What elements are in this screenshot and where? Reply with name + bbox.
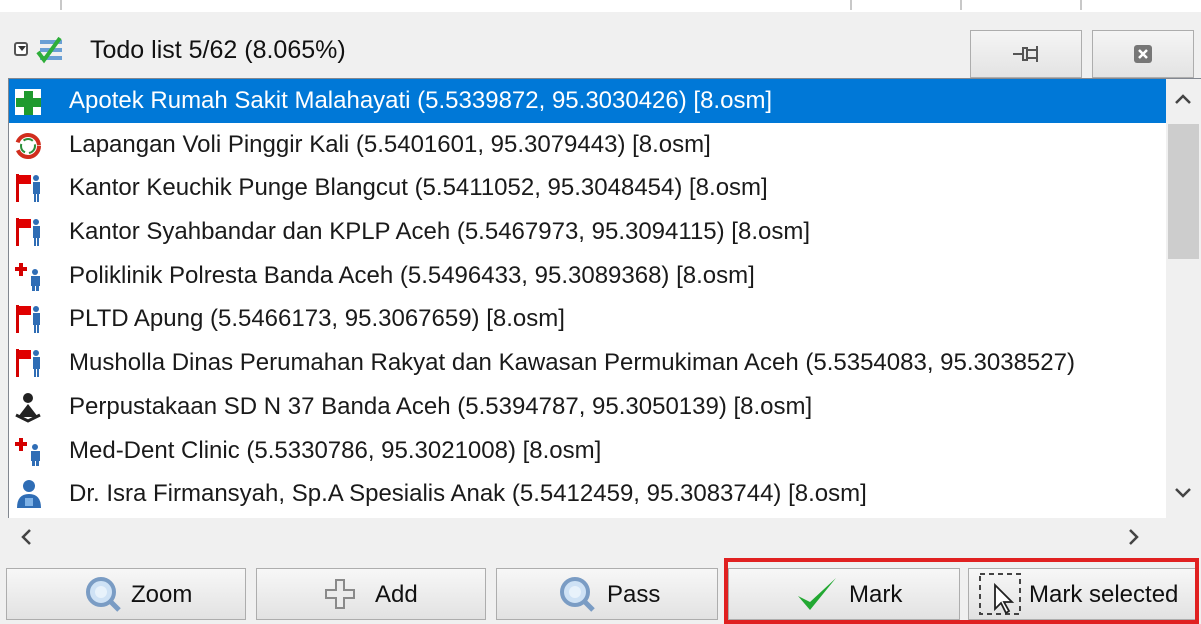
zoom-label: Zoom <box>131 581 193 608</box>
mark-button[interactable]: Mark <box>728 568 960 620</box>
list-item[interactable]: Musholla Dinas Perumahan Rakyat dan Kawa… <box>9 341 1167 385</box>
list-item[interactable]: Perpustakaan SD N 37 Banda Aceh (5.53947… <box>9 385 1167 429</box>
list-item[interactable]: Med-Dent Clinic (5.5330786, 95.3021008) … <box>9 429 1167 473</box>
scroll-left-icon[interactable] <box>20 528 32 546</box>
list-item[interactable]: Apotek Rumah Sakit Malahayati (5.5339872… <box>9 79 1167 123</box>
todo-list[interactable]: Apotek Rumah Sakit Malahayati (5.5339872… <box>8 78 1167 519</box>
list-item[interactable]: Kantor Keuchik Punge Blangcut (5.5411052… <box>9 166 1167 210</box>
frame-divider <box>960 0 1082 10</box>
list-item[interactable]: PLTD Apung (5.5466173, 95.3067659) [8.os… <box>9 297 1167 341</box>
list-item-label: Lapangan Voli Pinggir Kali (5.5401601, 9… <box>69 130 711 158</box>
pass-label: Pass <box>607 581 661 608</box>
zoom-icon <box>86 577 121 612</box>
list-item[interactable]: Lapangan Voli Pinggir Kali (5.5401601, 9… <box>9 123 1167 167</box>
todo-panel-header: Todo list 5/62 (8.065%) <box>0 12 1201 78</box>
pass-icon <box>560 577 595 612</box>
list-item-label: Kantor Keuchik Punge Blangcut (5.5411052… <box>69 174 768 202</box>
mark-selected-label: Mark selected <box>1029 581 1179 608</box>
office-icon <box>16 305 40 334</box>
scroll-right-icon[interactable] <box>1128 528 1140 546</box>
window-frame-top <box>0 0 1201 12</box>
list-item-label: Poliklinik Polresta Banda Aceh (5.549643… <box>69 261 755 289</box>
office-icon <box>16 174 40 203</box>
pass-button[interactable]: Pass <box>496 568 718 620</box>
mark-label: Mark <box>849 581 903 608</box>
scroll-down-icon[interactable] <box>1174 487 1192 499</box>
list-item[interactable]: Kantor Syahbandar dan KPLP Aceh (5.54679… <box>9 210 1167 254</box>
checkmark-icon <box>798 578 836 610</box>
add-button[interactable]: Add <box>256 568 486 620</box>
list-item-label: PLTD Apung (5.5466173, 95.3067659) [8.os… <box>69 305 565 333</box>
scrollbar-thumb[interactable] <box>1168 124 1199 259</box>
collapse-icon[interactable] <box>14 42 28 56</box>
frame-divider <box>60 0 852 10</box>
action-button-bar: Zoom Add Pass Mark Mark selected <box>0 558 1201 624</box>
horizontal-scrollbar[interactable] <box>8 518 1166 556</box>
pharmacy-icon <box>15 89 41 115</box>
panel-title: Todo list 5/62 (8.065%) <box>90 36 346 64</box>
list-item-label: Med-Dent Clinic (5.5330786, 95.3021008) … <box>69 436 602 464</box>
select-cursor-icon <box>979 573 1021 615</box>
doctor-icon <box>17 480 41 509</box>
clinic-icon <box>15 437 40 466</box>
list-item-label: Musholla Dinas Perumahan Rakyat dan Kawa… <box>69 349 1075 377</box>
sports-pitch-icon <box>15 132 41 159</box>
vertical-scrollbar[interactable] <box>1166 78 1201 519</box>
add-icon <box>325 579 355 609</box>
pin-icon <box>1013 46 1038 62</box>
clinic-icon <box>15 262 40 291</box>
scroll-up-icon[interactable] <box>1174 93 1192 105</box>
list-item-label: Perpustakaan SD N 37 Banda Aceh (5.53947… <box>69 392 813 420</box>
scrollbar-corner <box>1166 518 1201 556</box>
pin-button[interactable] <box>970 30 1082 78</box>
todo-list-icon <box>36 36 62 64</box>
add-label: Add <box>375 581 418 608</box>
frame-divider <box>0 0 62 10</box>
library-icon <box>15 392 41 423</box>
mark-selected-button[interactable]: Mark selected <box>968 568 1196 620</box>
close-button[interactable] <box>1092 30 1194 78</box>
close-icon <box>1134 45 1152 63</box>
list-item-label: Apotek Rumah Sakit Malahayati (5.5339872… <box>69 87 773 114</box>
office-icon <box>16 349 40 378</box>
frame-divider <box>850 0 962 10</box>
list-item-label: Dr. Isra Firmansyah, Sp.A Spesialis Anak… <box>69 480 867 508</box>
list-item[interactable]: Dr. Isra Firmansyah, Sp.A Spesialis Anak… <box>9 472 1167 516</box>
zoom-button[interactable]: Zoom <box>6 568 246 620</box>
list-item-label: Kantor Syahbandar dan KPLP Aceh (5.54679… <box>69 218 810 246</box>
list-item[interactable]: Poliklinik Polresta Banda Aceh (5.549643… <box>9 254 1167 298</box>
office-icon <box>16 218 40 247</box>
